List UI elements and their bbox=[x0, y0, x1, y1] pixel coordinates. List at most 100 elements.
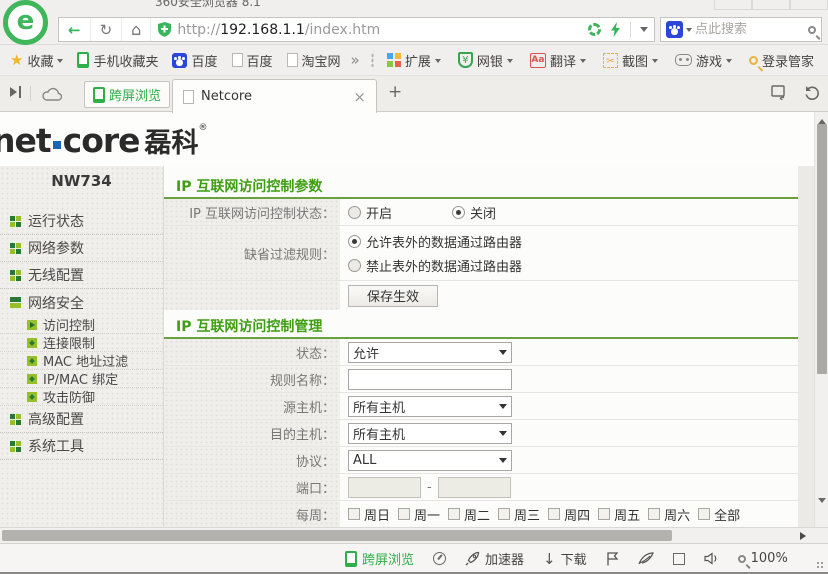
checkbox-thursday[interactable] bbox=[548, 508, 560, 520]
url-text[interactable]: http://192.168.1.1/index.htm bbox=[177, 22, 380, 38]
flag-icon[interactable] bbox=[606, 552, 619, 566]
bookmark-baidu[interactable]: 百度 bbox=[168, 49, 221, 72]
translate-menu[interactable]: Aa 翻译 bbox=[526, 49, 590, 72]
checkbox-tuesday[interactable] bbox=[448, 508, 460, 520]
select-caret-icon bbox=[499, 404, 507, 413]
sidebar-item-system-tools[interactable]: 系统工具 bbox=[0, 433, 163, 460]
scroll-down-arrow[interactable] bbox=[818, 498, 826, 507]
baidu-paw-icon bbox=[172, 53, 187, 68]
extensions-menu[interactable]: 扩展 bbox=[383, 49, 445, 72]
horizontal-scrollbar[interactable] bbox=[0, 527, 828, 543]
refresh-button[interactable] bbox=[91, 18, 123, 41]
resize-grip[interactable] bbox=[816, 561, 824, 569]
sidebar-item-network-security[interactable]: 网络安全 bbox=[0, 289, 163, 316]
dest-host-label: 目的主机： bbox=[164, 420, 340, 446]
state-row: 状态： 允许 bbox=[164, 339, 798, 366]
protocol-label: 协议： bbox=[164, 447, 340, 473]
window-controls[interactable] bbox=[714, 0, 828, 10]
download-button[interactable]: 下载 bbox=[543, 549, 587, 568]
speed-gauge-icon[interactable] bbox=[433, 552, 446, 565]
search-box[interactable] bbox=[660, 17, 822, 42]
sidebar-item-running-status[interactable]: 运行状态 bbox=[0, 208, 163, 235]
radio-allow[interactable] bbox=[348, 235, 361, 248]
collapse-tabs-icon[interactable] bbox=[10, 87, 22, 97]
save-button[interactable]: 保存生效 bbox=[348, 285, 438, 307]
close-tab-icon[interactable] bbox=[353, 88, 366, 106]
radio-deny[interactable] bbox=[348, 259, 361, 272]
sidebar-subitem-connection-limit[interactable]: 连接限制 bbox=[0, 334, 163, 352]
phone-icon bbox=[93, 87, 105, 103]
state-select[interactable]: 允许 bbox=[348, 342, 512, 363]
site-safety-shield-icon[interactable] bbox=[158, 22, 171, 37]
sidebar-subitem-ip-mac-binding[interactable]: IP/MAC 绑定 bbox=[0, 370, 163, 388]
browser-logo-icon[interactable]: e bbox=[3, 0, 48, 45]
search-engine-chevron-icon[interactable] bbox=[686, 28, 692, 35]
search-input[interactable] bbox=[695, 22, 805, 37]
checkbox-wednesday[interactable] bbox=[498, 508, 510, 520]
url-dropdown-chevron-icon[interactable] bbox=[640, 27, 648, 36]
accelerator-button[interactable]: 加速器 bbox=[465, 549, 524, 568]
games-menu[interactable]: 游戏 bbox=[671, 49, 736, 72]
radio-disable[interactable] bbox=[452, 206, 465, 219]
back-button[interactable] bbox=[59, 18, 91, 41]
login-manager-button[interactable]: 登录管家 bbox=[745, 49, 818, 72]
online-banking-menu[interactable]: ¥ 网银 bbox=[454, 49, 517, 72]
vertical-scrollbar-thumb[interactable] bbox=[817, 124, 827, 374]
bookmark-baidu2[interactable]: 百度 bbox=[228, 49, 277, 72]
baidu-paw-icon[interactable] bbox=[666, 21, 683, 38]
menu-grid-icon bbox=[10, 270, 21, 281]
sidebar-subitem-mac-filter[interactable]: MAC 地址过滤 bbox=[0, 352, 163, 370]
login-key-icon bbox=[749, 56, 758, 65]
rule-name-input[interactable] bbox=[348, 369, 512, 390]
horizontal-scrollbar-thumb[interactable] bbox=[2, 530, 672, 541]
control-status-row: IP 互联网访问控制状态： 开启 关闭 bbox=[164, 199, 798, 226]
home-button[interactable] bbox=[122, 18, 151, 41]
checkbox-saturday[interactable] bbox=[648, 508, 660, 520]
port-end-input[interactable] bbox=[438, 477, 511, 498]
tab-list-icon[interactable] bbox=[771, 85, 788, 100]
checkbox-all-days[interactable] bbox=[698, 508, 710, 520]
scroll-right-arrow[interactable] bbox=[800, 532, 810, 540]
port-start-input[interactable] bbox=[348, 477, 421, 498]
cloud-sync-icon[interactable] bbox=[42, 87, 62, 101]
statusbar-cross-screen-button[interactable]: 跨屏浏览 bbox=[345, 549, 414, 568]
dest-host-select[interactable]: 所有主机 bbox=[348, 423, 512, 444]
ad-block-icon[interactable] bbox=[588, 23, 601, 36]
sidebar-item-wireless-config[interactable]: 无线配置 bbox=[0, 262, 163, 289]
checkbox-friday[interactable] bbox=[598, 508, 610, 520]
search-icon[interactable] bbox=[808, 26, 816, 34]
new-tab-button[interactable] bbox=[388, 82, 402, 102]
protocol-row: 协议： ALL bbox=[164, 447, 798, 474]
network-swoosh-icon[interactable] bbox=[638, 552, 654, 565]
tab-netcore[interactable]: Netcore bbox=[172, 79, 377, 113]
radio-enable[interactable] bbox=[348, 206, 361, 219]
bookmark-mobile-favorites[interactable]: 手机收藏夹 bbox=[73, 49, 162, 72]
address-bar[interactable]: http://192.168.1.1/index.htm bbox=[58, 17, 655, 42]
zoom-control[interactable]: 100% bbox=[738, 551, 788, 566]
cross-screen-browse-button[interactable]: 跨屏浏览 bbox=[84, 81, 170, 108]
checkbox-sunday[interactable] bbox=[348, 508, 360, 520]
logo-dot bbox=[53, 141, 61, 149]
window-mode-icon[interactable] bbox=[673, 553, 685, 565]
sidebar-item-network-params[interactable]: 网络参数 bbox=[0, 235, 163, 262]
vertical-scrollbar[interactable] bbox=[814, 112, 828, 527]
more-bookmarks-chevron[interactable] bbox=[351, 51, 360, 69]
screenshot-menu[interactable]: 截图 bbox=[599, 49, 662, 72]
sidebar-subitem-access-control[interactable]: 访问控制 bbox=[0, 316, 163, 334]
checkbox-monday[interactable] bbox=[398, 508, 410, 520]
address-toolbar: http://192.168.1.1/index.htm bbox=[0, 13, 828, 45]
weekday-label: 每周： bbox=[164, 501, 340, 527]
reopen-closed-tab-icon[interactable] bbox=[804, 85, 820, 100]
source-host-select[interactable]: 所有主机 bbox=[348, 396, 512, 417]
sidebar-item-advanced-config[interactable]: 高级配置 bbox=[0, 406, 163, 433]
bookmark-taobao[interactable]: 淘宝网 bbox=[283, 49, 345, 72]
speed-lightning-icon[interactable] bbox=[610, 22, 621, 37]
scroll-up-arrow[interactable] bbox=[818, 115, 826, 124]
bullet-icon bbox=[27, 338, 37, 348]
sidebar-subitem-attack-defense[interactable]: 攻击防御 bbox=[0, 388, 163, 406]
bank-shield-icon: ¥ bbox=[458, 52, 473, 68]
protocol-select[interactable]: ALL bbox=[348, 450, 512, 471]
speaker-icon[interactable] bbox=[704, 552, 719, 565]
netcore-logo: net core 磊科 ® bbox=[0, 121, 208, 160]
favorites-menu[interactable]: 收藏 bbox=[6, 49, 67, 72]
